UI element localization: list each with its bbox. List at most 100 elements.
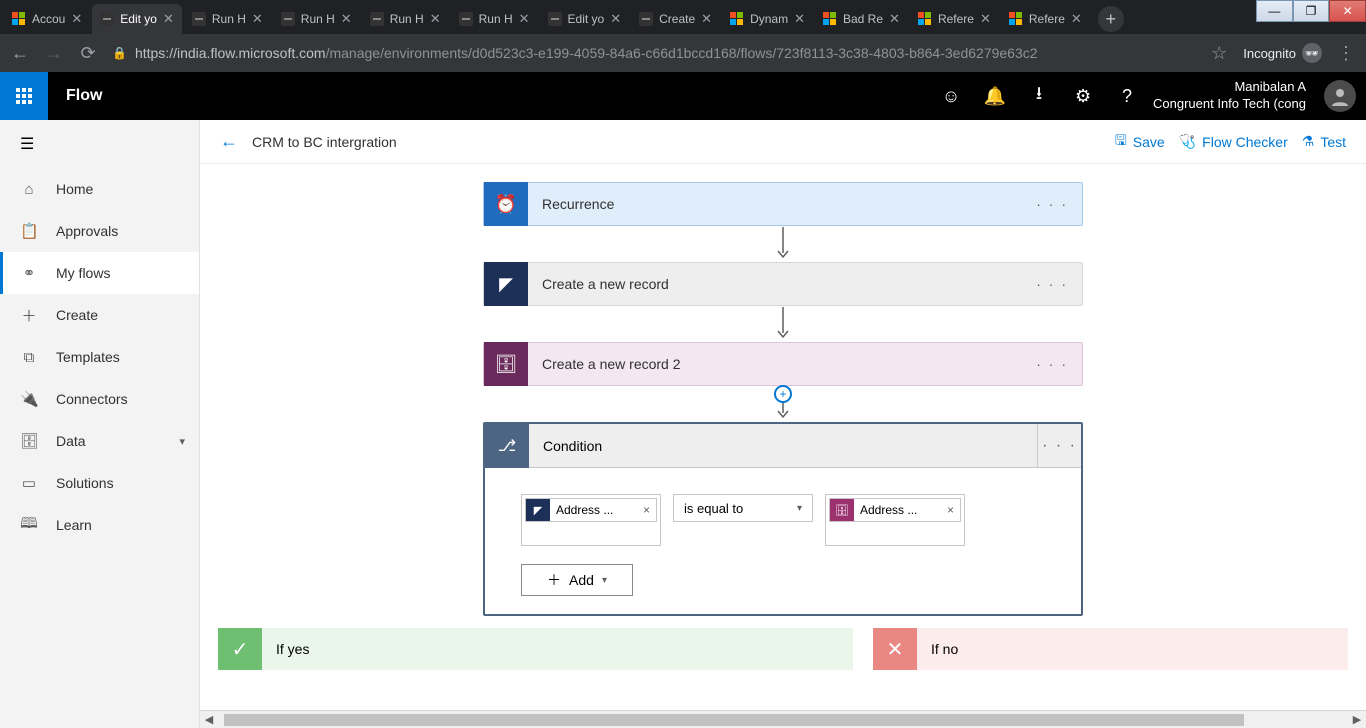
- back-button[interactable]: ←: [220, 131, 238, 152]
- notifications-icon[interactable]: 🔔: [973, 72, 1017, 120]
- microsoft-icon: [12, 12, 26, 26]
- window-minimize[interactable]: —: [1256, 0, 1293, 22]
- token-remove[interactable]: ×: [637, 503, 656, 517]
- browser-tab[interactable]: Create✕: [631, 4, 720, 34]
- nav-label: Templates: [56, 349, 120, 365]
- nav-label: Learn: [56, 517, 92, 533]
- add-step-button[interactable]: +: [774, 385, 792, 403]
- condition-operator-select[interactable]: is equal to ▾: [673, 494, 813, 522]
- microsoft-icon: [730, 12, 744, 26]
- step-menu[interactable]: · · ·: [1022, 356, 1082, 372]
- nav-icon: ⚭: [20, 264, 38, 282]
- url-field[interactable]: 🔒 https://india.flow.microsoft.com/manag…: [112, 45, 1195, 61]
- sidebar-item-solutions[interactable]: ▭Solutions: [0, 462, 199, 504]
- nav-forward-icon[interactable]: →: [44, 43, 64, 64]
- tab-close[interactable]: ✕: [163, 11, 174, 27]
- tab-close[interactable]: ✕: [1071, 11, 1082, 27]
- browser-tab[interactable]: Run H ✕: [184, 4, 271, 34]
- step-recurrence[interactable]: ⏰ Recurrence · · ·: [483, 182, 1083, 226]
- download-icon[interactable]: ⭳: [1017, 72, 1061, 120]
- feedback-icon[interactable]: ☺: [929, 72, 973, 120]
- browser-tab[interactable]: Run H✕: [273, 4, 360, 34]
- nav-label: Solutions: [56, 475, 114, 491]
- browser-tab[interactable]: Run H ✕: [362, 4, 449, 34]
- browser-tab[interactable]: Accou✕: [4, 4, 90, 34]
- browser-tab[interactable]: Edit yo✕: [540, 4, 630, 34]
- tab-close[interactable]: ✕: [980, 11, 991, 27]
- tab-label: Run H: [212, 12, 246, 26]
- flow-title: CRM to BC intergration: [252, 134, 397, 150]
- browser-tab[interactable]: Edit yo ✕: [92, 4, 182, 34]
- browser-tab[interactable]: Refere✕: [1001, 4, 1090, 34]
- condition-left-value[interactable]: ◤ Address ... ×: [521, 494, 661, 546]
- token-remove[interactable]: ×: [941, 503, 960, 517]
- step-menu[interactable]: · · ·: [1022, 196, 1082, 212]
- nav-label: Create: [56, 307, 98, 323]
- nav-reload-icon[interactable]: ⟳: [78, 43, 98, 64]
- scroll-left-arrow[interactable]: ◀: [200, 713, 218, 726]
- help-icon[interactable]: ?: [1105, 72, 1149, 120]
- nav-icon: 🔌: [20, 390, 38, 408]
- sidebar-item-learn[interactable]: 🕮Learn: [0, 504, 199, 546]
- step-condition[interactable]: ⎇ Condition · · · ◤ Address ... ×: [483, 422, 1083, 616]
- tab-label: Edit yo: [120, 12, 157, 26]
- browser-tab[interactable]: Run H ✕: [451, 4, 538, 34]
- app-launcher[interactable]: [0, 72, 48, 120]
- user-block[interactable]: Manibalan A Congruent Info Tech (cong: [1149, 79, 1314, 113]
- tab-label: Bad Re: [843, 12, 883, 26]
- condition-right-value[interactable]: 🗄 Address ... ×: [825, 494, 965, 546]
- bookmark-icon[interactable]: ☆: [1209, 43, 1229, 64]
- tab-close[interactable]: ✕: [889, 11, 900, 27]
- url-path: /manage/environments/d0d523c3-e199-4059-…: [326, 45, 1038, 61]
- step-menu[interactable]: · · ·: [1037, 424, 1081, 468]
- browser-tab[interactable]: Refere ✕: [910, 4, 999, 34]
- step-create-record[interactable]: ◤ Create a new record · · ·: [483, 262, 1083, 306]
- database-icon: 🗄: [830, 499, 854, 521]
- window-close[interactable]: ✕: [1329, 0, 1366, 22]
- settings-icon[interactable]: ⚙: [1061, 72, 1105, 120]
- sidebar-item-home[interactable]: ⌂Home: [0, 168, 199, 210]
- stethoscope-icon: 🩺: [1179, 133, 1196, 150]
- avatar[interactable]: [1324, 80, 1356, 112]
- new-tab-button[interactable]: +: [1098, 6, 1124, 32]
- dynamics-icon: ◤: [484, 262, 528, 306]
- tab-close[interactable]: ✕: [701, 11, 712, 27]
- tab-label: Refere: [938, 12, 974, 26]
- sidebar-item-templates[interactable]: ⧉Templates: [0, 336, 199, 378]
- browser-tab[interactable]: Dynam✕: [722, 4, 813, 34]
- horizontal-scrollbar[interactable]: ◀ ▶: [200, 710, 1366, 728]
- hamburger-icon[interactable]: ☰: [0, 120, 199, 168]
- tab-close[interactable]: ✕: [252, 11, 263, 27]
- tab-close[interactable]: ✕: [341, 11, 352, 27]
- sidebar-item-my-flows[interactable]: ⚭My flows: [0, 252, 199, 294]
- save-button[interactable]: 🖫Save: [1115, 130, 1165, 154]
- sidebar-item-connectors[interactable]: 🔌Connectors: [0, 378, 199, 420]
- browser-tab[interactable]: Bad Re ✕: [815, 4, 908, 34]
- tab-label: Run H: [479, 12, 513, 26]
- add-condition-button[interactable]: ＋ Add ▾: [521, 564, 633, 596]
- sidebar: ☰ ⌂Home📋Approvals⚭My flows＋Create⧉Templa…: [0, 120, 200, 728]
- sidebar-item-create[interactable]: ＋Create: [0, 294, 199, 336]
- chevron-down-icon: ▾: [602, 575, 607, 586]
- step-create-record-2[interactable]: 🗄 Create a new record 2 · · ·: [483, 342, 1083, 386]
- step-menu[interactable]: · · ·: [1022, 276, 1082, 292]
- nav-back-icon[interactable]: ←: [10, 43, 30, 64]
- window-maximize[interactable]: ❐: [1293, 0, 1330, 22]
- browser-menu-icon[interactable]: ⋮: [1336, 43, 1356, 64]
- scroll-right-arrow[interactable]: ▶: [1348, 713, 1366, 726]
- flow-canvas[interactable]: ⏰ Recurrence · · · ◤ Create a new record…: [200, 164, 1366, 710]
- tab-close[interactable]: ✕: [430, 11, 441, 27]
- user-name: Manibalan A: [1153, 79, 1306, 96]
- sidebar-item-approvals[interactable]: 📋Approvals: [0, 210, 199, 252]
- tab-close[interactable]: ✕: [610, 11, 621, 27]
- test-button[interactable]: ⚗Test: [1302, 133, 1346, 150]
- tab-close[interactable]: ✕: [519, 11, 530, 27]
- branch-no[interactable]: ✕If no: [873, 628, 1348, 670]
- tab-label: Run H: [390, 12, 424, 26]
- tab-close[interactable]: ✕: [794, 11, 805, 27]
- scroll-thumb[interactable]: [224, 714, 1244, 726]
- flow-checker-button[interactable]: 🩺Flow Checker: [1179, 133, 1288, 150]
- tab-close[interactable]: ✕: [71, 11, 82, 27]
- branch-yes[interactable]: ✓If yes: [218, 628, 853, 670]
- sidebar-item-data[interactable]: 🗄Data▾: [0, 420, 199, 462]
